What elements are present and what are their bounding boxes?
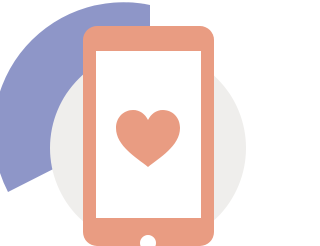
illustration-svg <box>0 2 246 246</box>
phone-heart-illustration <box>0 0 246 246</box>
